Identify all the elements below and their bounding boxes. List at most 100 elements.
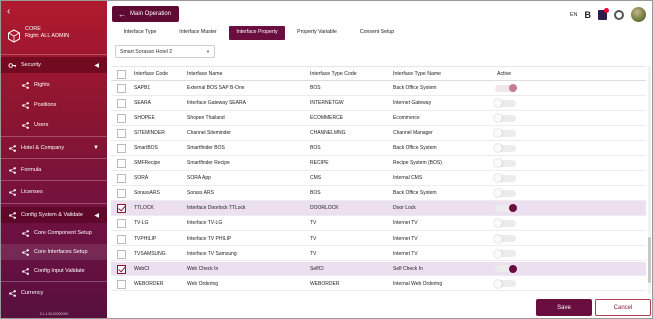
cell-interface-type-code: CMS: [310, 175, 322, 182]
active-toggle[interactable]: [494, 249, 516, 258]
notification-icon[interactable]: [598, 7, 609, 20]
table-row[interactable]: TTLOCK Interface Doorlock TTLock DOORLOCK D…: [111, 201, 646, 217]
sidebar-item-hotel-company[interactable]: Hotel & Company ▼: [1, 140, 107, 156]
active-toggle[interactable]: [495, 264, 517, 273]
table-row[interactable]: TV-LG Interface TV-LG TV Internet TV: [111, 216, 646, 232]
sidebar-item-config-input-validate[interactable]: Config Input Validate: [1, 263, 107, 279]
active-toggle[interactable]: [494, 219, 516, 228]
sidebar-item-users[interactable]: Users: [1, 117, 107, 133]
table-row[interactable]: SAPB1 External BOS SAP B-One BOS Back Offic…: [111, 81, 646, 96]
main-operation-button[interactable]: ← Main Operation: [112, 6, 180, 22]
table-row[interactable]: TVSAMSUNG Interface TV Samsung TV Internet …: [111, 247, 646, 262]
tab-bar: Interface Type Interface Master Interfac…: [111, 25, 407, 41]
cell-interface-code: TTLOCK: [134, 205, 154, 212]
b-logo-button[interactable]: B: [585, 10, 592, 20]
row-checkbox[interactable]: [117, 99, 126, 109]
active-toggle[interactable]: [494, 234, 516, 243]
share-icon: [22, 121, 29, 129]
table-row[interactable]: SMFRecipe Smartfinder Recipe RECIPE Recipe …: [111, 156, 646, 171]
row-checkbox[interactable]: [117, 129, 126, 139]
active-toggle[interactable]: [494, 99, 516, 108]
table-row[interactable]: SorassARS Sorass ARS BOS Back Office System: [111, 186, 646, 202]
tab-consent-setup[interactable]: Consent Setup: [347, 26, 407, 40]
table-row[interactable]: SmartBOS Smartfinder BOS BOS Back Office Sy…: [111, 141, 646, 156]
share-icon: [9, 144, 16, 152]
save-button[interactable]: Save: [536, 299, 592, 316]
chevron-left-icon: ‹: [7, 5, 11, 17]
row-checkbox[interactable]: [117, 114, 126, 124]
active-toggle[interactable]: [495, 84, 517, 92]
toggle-knob: [509, 264, 517, 273]
cell-interface-name: Interface TV Samsung: [187, 250, 237, 257]
cell-interface-type-name: Internet Gateway: [393, 100, 432, 107]
cell-interface-type-name: Self Check In: [393, 265, 423, 272]
active-toggle[interactable]: [495, 204, 517, 213]
sidebar-item-formula[interactable]: Formula: [1, 162, 107, 178]
active-toggle[interactable]: [494, 114, 516, 123]
cell-interface-type-code: TV: [310, 250, 317, 257]
row-checkbox[interactable]: [117, 279, 126, 289]
cell-interface-code: SMFRecipe: [134, 160, 161, 167]
cell-interface-code: SORA: [134, 175, 149, 182]
cancel-button[interactable]: Cancel: [595, 299, 651, 316]
table-row[interactable]: SORA SORA App CMS Internal CMS: [111, 171, 646, 186]
table-row[interactable]: WebCI Web Check In SelfCI Self Check In: [111, 261, 646, 277]
active-toggle[interactable]: [494, 189, 516, 198]
sidebar-item-positions[interactable]: Positions: [1, 97, 107, 113]
row-checkbox[interactable]: [117, 264, 126, 274]
tab-interface-type[interactable]: Interface Type: [111, 26, 169, 40]
sidebar-item-security[interactable]: Security ◀: [1, 57, 107, 73]
sidebar-item-core-interfaces-setup[interactable]: Core Interfaces Setup: [1, 244, 107, 260]
avatar[interactable]: [631, 7, 646, 22]
chevron-left-icon: ◀: [94, 212, 99, 219]
row-checkbox[interactable]: [117, 189, 126, 199]
tab-interface-property[interactable]: Interface Property: [229, 26, 285, 40]
cell-interface-code: SHOPEE: [134, 115, 155, 122]
gear-icon[interactable]: [614, 9, 624, 20]
column-header-code[interactable]: Interface Code: [134, 67, 168, 81]
sidebar-item-core-component-setup[interactable]: Core Component Setup: [1, 225, 107, 241]
row-checkbox[interactable]: [117, 219, 126, 229]
tab-property-variable[interactable]: Property Variable: [287, 26, 347, 40]
row-checkbox[interactable]: [117, 144, 126, 154]
column-header-name[interactable]: Interface Name: [187, 67, 222, 81]
cell-interface-type-code: TV: [310, 235, 317, 242]
cell-interface-type-code: WEBORDER: [310, 280, 340, 287]
chevron-down-icon: ▼: [93, 145, 99, 151]
row-checkbox[interactable]: [117, 174, 126, 184]
hotel-select[interactable]: Smart Sorasso Hotel 2 ▼: [115, 45, 215, 58]
scrollbar-thumb[interactable]: [648, 237, 651, 283]
table-row[interactable]: SEARA Interface Gateway SEARA INTERNETGW In…: [111, 96, 646, 111]
sidebar-collapse-button[interactable]: ‹: [1, 1, 107, 21]
table-row[interactable]: SITEMINDER Channel Siteminder CHANNELMNG Ch…: [111, 126, 646, 141]
active-toggle[interactable]: [494, 129, 516, 138]
select-all-checkbox[interactable]: [117, 70, 126, 79]
active-toggle[interactable]: [494, 279, 516, 288]
sidebar-item-currency[interactable]: Currency: [1, 285, 107, 301]
sidebar-item-rights[interactable]: Rights: [1, 77, 107, 93]
sidebar-item-licenses[interactable]: Licenses: [1, 184, 107, 200]
table-row[interactable]: WEBORDER Web Ordering WEBORDER Internal Web…: [111, 277, 646, 292]
row-checkbox[interactable]: [117, 204, 126, 214]
cell-interface-type-code: ECOMMERCE: [310, 115, 344, 122]
language-selector[interactable]: EN: [570, 12, 578, 18]
active-toggle[interactable]: [494, 144, 516, 153]
sidebar-item-config-system[interactable]: Config System & Validate ◀: [1, 207, 107, 223]
row-checkbox[interactable]: [117, 234, 126, 244]
table-header: Interface Code Interface Name Interface …: [111, 67, 646, 81]
column-header-active[interactable]: Active: [497, 67, 511, 81]
table-row[interactable]: TVPHILIP Interface TV PHILIP TV Internet TV: [111, 232, 646, 247]
active-toggle[interactable]: [494, 159, 516, 168]
cell-interface-name: Web Ordering: [187, 280, 219, 287]
row-checkbox[interactable]: [117, 159, 126, 169]
tab-interface-master[interactable]: Interface Master: [169, 26, 227, 40]
row-checkbox[interactable]: [117, 84, 126, 93]
row-checkbox[interactable]: [117, 249, 126, 259]
column-header-type-code[interactable]: Interface Type Code: [310, 67, 357, 81]
active-toggle[interactable]: [494, 174, 516, 183]
table-row[interactable]: SHOPEE Shopee Thailand ECOMMERCE Ecommerce: [111, 111, 646, 126]
column-header-type-name[interactable]: Interface Type Name: [393, 67, 441, 81]
cell-interface-code: SmartBOS: [134, 145, 158, 152]
toggle-knob: [494, 159, 502, 168]
toggle-knob: [509, 204, 517, 213]
